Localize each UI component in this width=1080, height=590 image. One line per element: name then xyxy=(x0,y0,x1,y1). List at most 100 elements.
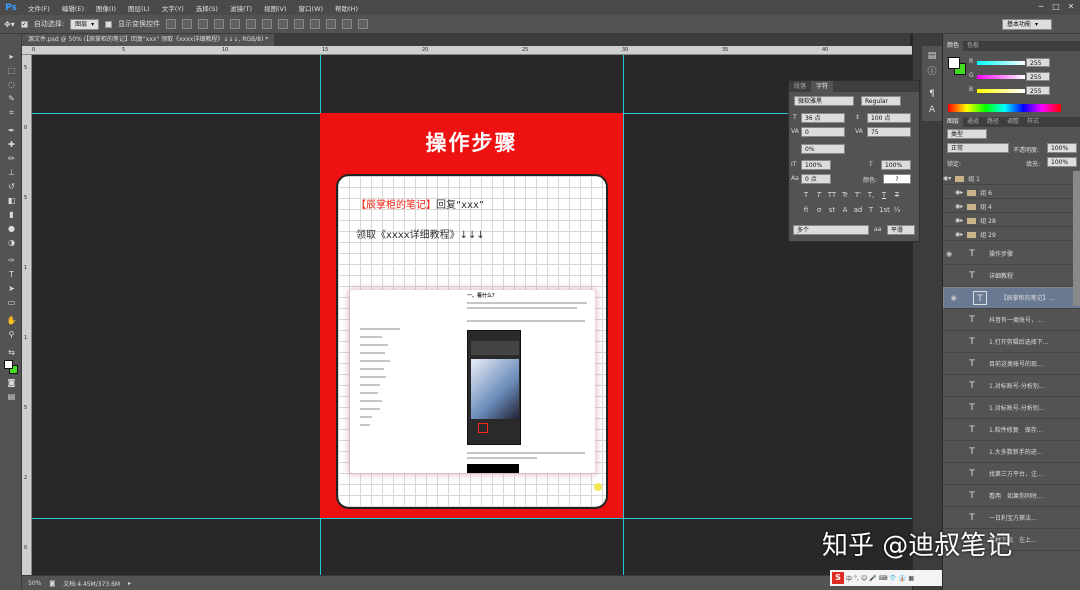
baseline-input[interactable]: 0 点 xyxy=(801,174,831,184)
font-size-input[interactable]: 36 点 xyxy=(801,113,845,123)
chevron-down-icon[interactable]: ▾ xyxy=(948,175,951,182)
all-caps-button[interactable]: TT xyxy=(827,190,837,200)
menu-type[interactable]: 文字(Y) xyxy=(156,3,190,13)
superscript-button[interactable]: T' xyxy=(853,190,863,200)
vertical-scale-input[interactable]: 100% xyxy=(801,160,831,170)
contextual-button[interactable]: ơ xyxy=(814,205,824,215)
align-hcenter-icon[interactable] xyxy=(230,19,241,29)
menu-file[interactable]: 文件(F) xyxy=(22,3,56,13)
tab-layers[interactable]: 图层 xyxy=(943,117,964,127)
foreground-color-swatch[interactable] xyxy=(4,360,13,369)
marquee-tool-icon[interactable]: ⬚ xyxy=(6,66,17,76)
zoom-tool-icon[interactable]: ⚲ xyxy=(6,330,17,340)
lasso-tool-icon[interactable]: ◌ xyxy=(6,80,17,90)
character-panel-icon[interactable]: A xyxy=(926,104,938,116)
antialias-select[interactable]: 平滑 xyxy=(887,225,915,235)
ime-mic-icon[interactable]: 🎤 xyxy=(869,575,876,582)
path-select-tool-icon[interactable]: ➤ xyxy=(6,284,17,294)
ime-skin-icon[interactable]: 👕 xyxy=(889,575,896,582)
g-value[interactable]: 255 xyxy=(1026,72,1050,81)
menu-layer[interactable]: 图层(L) xyxy=(122,3,156,13)
discretionary-button[interactable]: st xyxy=(827,205,837,215)
ime-chinese-toggle[interactable]: 中 xyxy=(846,574,852,583)
eye-icon[interactable]: ◉ xyxy=(943,250,955,258)
blend-mode-select[interactable]: 正常 xyxy=(947,143,1009,153)
distribute-right-icon[interactable] xyxy=(342,19,353,29)
tracking-input[interactable]: 75 xyxy=(867,127,911,137)
menu-help[interactable]: 帮助(H) xyxy=(329,3,364,13)
auto-select-dropdown[interactable]: 图层 ▾ xyxy=(70,18,100,30)
eyedropper-tool-icon[interactable]: ✒ xyxy=(6,126,17,136)
layer-row-selected[interactable]: ◉ T 【辰掌柜的笔记】... xyxy=(943,287,1080,309)
auto-select-checkbox[interactable]: ✓ xyxy=(20,20,28,28)
align-left-icon[interactable] xyxy=(214,19,225,29)
blur-tool-icon[interactable]: ● xyxy=(6,224,17,234)
crop-tool-icon[interactable]: ⌗ xyxy=(6,108,17,118)
tsume-input[interactable]: 0% xyxy=(801,144,845,154)
r-value[interactable]: 255 xyxy=(1026,58,1050,67)
chevron-right-icon[interactable]: ▸ xyxy=(960,217,963,224)
layer-row[interactable]: T 找第三方平台，注... xyxy=(943,463,1080,485)
distribute-top-icon[interactable] xyxy=(262,19,273,29)
show-transform-checkbox[interactable] xyxy=(105,20,113,28)
chevron-right-icon[interactable]: ▸ xyxy=(960,231,963,238)
layer-row[interactable]: T 详细教程 xyxy=(943,265,1080,287)
menu-view[interactable]: 视图(V) xyxy=(258,3,293,13)
move-tool-icon[interactable]: ▸ xyxy=(6,52,17,62)
align-right-icon[interactable] xyxy=(246,19,257,29)
distribute-hcenter-icon[interactable] xyxy=(326,19,337,29)
artboard[interactable]: 操作步骤 【辰掌柜的笔记】回复“xxx” 领取《xxxx详细教程》↓↓↓ 一、看… xyxy=(320,113,623,518)
b-slider[interactable] xyxy=(977,89,1025,93)
fill-input[interactable]: 100% xyxy=(1047,157,1077,167)
minimize-button[interactable]: ─ xyxy=(1034,1,1048,13)
tab-color[interactable]: 颜色 xyxy=(943,41,964,51)
workspace-dropdown[interactable]: 基本功能 ▾ xyxy=(1002,19,1052,30)
color-spectrum[interactable] xyxy=(948,104,1061,112)
layer-row[interactable]: T 1.大多数新手的迹... xyxy=(943,441,1080,463)
brush-tool-icon[interactable]: ✏ xyxy=(6,154,17,164)
tab-paragraph[interactable]: 段落 xyxy=(789,81,811,92)
paragraph-panel-icon[interactable]: ¶ xyxy=(926,88,938,100)
layer-group[interactable]: ◉ ▸ 组 6 xyxy=(943,187,1080,199)
layer-row[interactable]: T 看两 如果你同时... xyxy=(943,485,1080,507)
ligature-button[interactable]: fi xyxy=(801,205,811,215)
opacity-input[interactable]: 100% xyxy=(1047,143,1077,153)
info-panel-icon[interactable]: ⓘ xyxy=(926,66,938,78)
g-slider[interactable] xyxy=(977,75,1025,79)
horizontal-scale-input[interactable]: 100% xyxy=(881,160,911,170)
faux-bold-button[interactable]: T xyxy=(801,190,811,200)
dodge-tool-icon[interactable]: ◑ xyxy=(6,238,17,248)
type-tool-icon[interactable]: T xyxy=(6,270,17,280)
r-slider[interactable] xyxy=(977,61,1025,65)
font-family-select[interactable]: 微软雅黑 xyxy=(794,96,854,106)
gradient-tool-icon[interactable]: ▮ xyxy=(6,210,17,220)
layer-row[interactable]: T 1.对标账号-分析别... xyxy=(943,397,1080,419)
menu-window[interactable]: 窗口(W) xyxy=(293,3,330,13)
tab-swatches[interactable]: 色板 xyxy=(963,41,983,51)
titling-button[interactable]: T xyxy=(866,205,876,215)
layer-row[interactable]: T 1.对标账号-分析别... xyxy=(943,375,1080,397)
font-style-select[interactable]: Regular xyxy=(861,96,901,106)
align-vcenter-icon[interactable] xyxy=(182,19,193,29)
ime-grid-icon[interactable]: ▦ xyxy=(908,575,914,582)
canvas-area[interactable]: 操作步骤 【辰掌柜的笔记】回复“xxx” 领取《xxxx详细教程》↓↓↓ 一、看… xyxy=(32,55,912,575)
chevron-right-icon[interactable]: ▸ xyxy=(960,189,963,196)
layer-row[interactable]: T 1.打开剪辑后选择下... xyxy=(943,331,1080,353)
stylistic-button[interactable]: ad xyxy=(853,205,863,215)
language-select[interactable]: 多个 xyxy=(793,225,869,235)
distribute-bottom-icon[interactable] xyxy=(294,19,305,29)
close-button[interactable]: ✕ xyxy=(1064,1,1078,13)
layer-row[interactable]: T 1.软件修复 保存... xyxy=(943,419,1080,441)
maximize-button[interactable]: □ xyxy=(1049,1,1063,13)
menu-filter[interactable]: 滤镜(T) xyxy=(224,3,258,13)
layer-row[interactable]: ◉ T 操作步骤 xyxy=(943,243,1080,265)
leading-input[interactable]: 100 点 xyxy=(867,113,911,123)
eye-icon[interactable]: ◉ xyxy=(948,293,959,304)
ime-tools-icon[interactable]: 👔 xyxy=(899,575,906,582)
history-brush-tool-icon[interactable]: ↺ xyxy=(6,182,17,192)
menu-image[interactable]: 图像(I) xyxy=(90,3,122,13)
fraction-button[interactable]: ½ xyxy=(892,205,902,215)
shape-tool-icon[interactable]: ▭ xyxy=(6,298,17,308)
ime-keyboard-icon[interactable]: ⌨ xyxy=(879,575,888,582)
chevron-right-icon[interactable]: ▸ xyxy=(960,203,963,210)
